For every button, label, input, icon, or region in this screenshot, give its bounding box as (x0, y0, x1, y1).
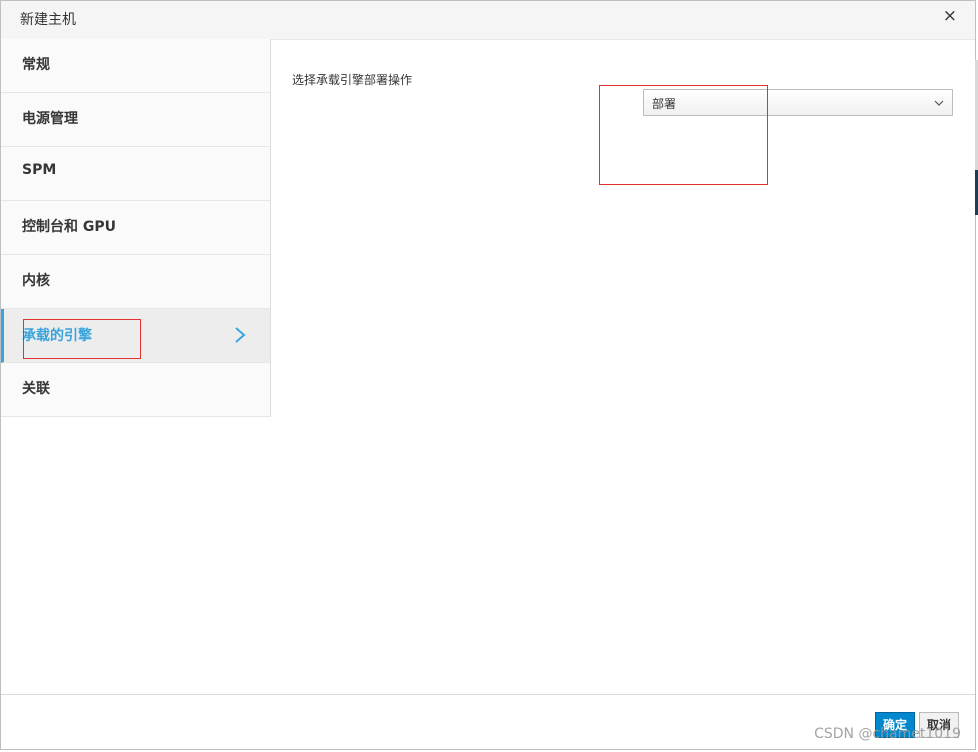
watermark: CSDN @chamet1019 (814, 726, 961, 742)
select-value: 部署 (652, 97, 677, 111)
sidebar-item-hosted-engine[interactable]: 承载的引擎 (1, 309, 270, 363)
hosted-engine-deploy-label: 选择承载引擎部署操作 (292, 73, 413, 87)
dialog-title: 新建主机 (20, 12, 76, 28)
sidebar-nav: 常规 电源管理 SPM 控制台和 GPU 内核 承载的引擎 关联 (1, 39, 271, 417)
sidebar-item-label: 关联 (22, 381, 50, 397)
sidebar-item-general[interactable]: 常规 (1, 39, 270, 93)
sidebar-item-label: 内核 (22, 273, 50, 289)
new-host-dialog: 新建主机 × 常规 电源管理 SPM 控制台和 GPU 内核 承载的引擎 关联 … (0, 0, 976, 750)
sidebar-item-spm[interactable]: SPM (1, 147, 270, 201)
sidebar-item-label: 控制台和 GPU (22, 219, 116, 235)
chevron-right-icon (235, 327, 246, 343)
sidebar-item-affinity[interactable]: 关联 (1, 363, 270, 417)
sidebar-item-label: 电源管理 (22, 111, 78, 127)
sidebar-item-power-management[interactable]: 电源管理 (1, 93, 270, 147)
close-icon[interactable]: × (943, 6, 957, 26)
sidebar-item-label: 常规 (22, 57, 50, 73)
sidebar-item-console-gpu[interactable]: 控制台和 GPU (1, 201, 270, 255)
sidebar-item-label: 承载的引擎 (22, 328, 92, 344)
sidebar-item-kernel[interactable]: 内核 (1, 255, 270, 309)
chevron-down-icon (934, 100, 944, 106)
hosted-engine-deploy-select[interactable]: 部署 (643, 89, 953, 116)
sidebar-item-label: SPM (22, 162, 57, 178)
dialog-titlebar: 新建主机 × (1, 1, 975, 40)
dialog-footer: 确定 取消 (1, 694, 975, 751)
